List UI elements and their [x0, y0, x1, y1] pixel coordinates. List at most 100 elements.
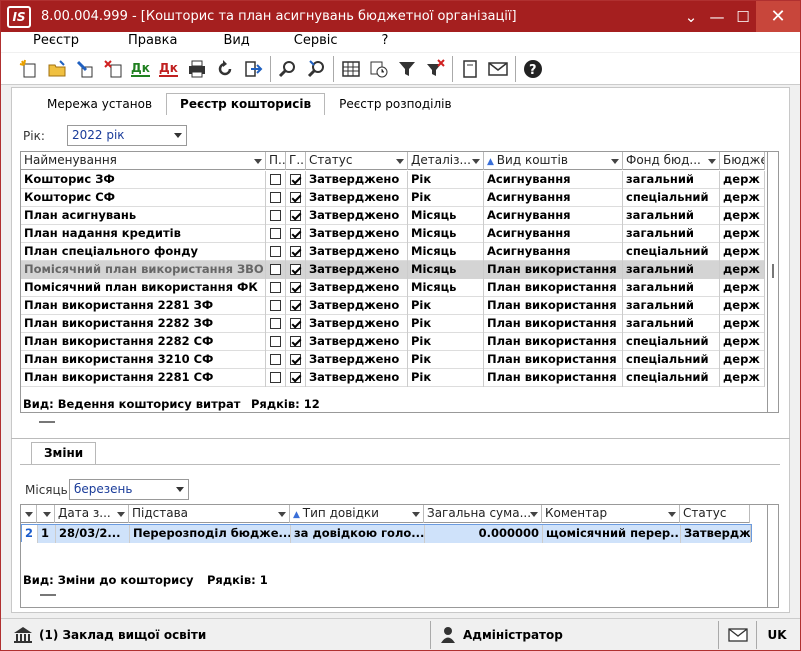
table-row[interactable]: Кошторис ЗФ Затверджено Рік Асигнування зага…	[21, 171, 765, 189]
chevron-down-icon[interactable]	[708, 159, 716, 164]
chevron-down-icon[interactable]	[668, 512, 676, 517]
header-col-kind[interactable]: ▲ Вид коштів	[484, 152, 623, 170]
checkbox[interactable]	[290, 210, 301, 221]
cell-p[interactable]	[266, 333, 286, 351]
cell-g[interactable]	[286, 261, 306, 279]
status-org[interactable]: (1) Заклад вищої освіти	[1, 620, 431, 649]
cell-g[interactable]	[286, 333, 306, 351]
cell-g[interactable]	[286, 279, 306, 297]
chevron-down-icon[interactable]	[530, 512, 538, 517]
year-select[interactable]: 2022 рік	[67, 125, 187, 146]
checkbox[interactable]	[290, 282, 301, 293]
cell-p[interactable]	[266, 351, 286, 369]
header-col-g[interactable]: Г...	[286, 152, 306, 170]
horizontal-scroll-thumb[interactable]	[40, 594, 56, 596]
table-row[interactable]: Помісячний план використання ФК Затвердже…	[21, 279, 765, 297]
header-col-sum[interactable]: Загальна сума...	[424, 505, 542, 523]
checkbox[interactable]	[270, 246, 281, 257]
calendar-icon[interactable]	[365, 55, 393, 83]
menu-view[interactable]: Вид	[223, 32, 249, 52]
search-next-icon[interactable]	[302, 55, 330, 83]
table-row[interactable]: План використання 2281 СФ Затверджено Рік П…	[21, 369, 765, 387]
cell-g[interactable]	[286, 207, 306, 225]
changes-scrollbar[interactable]	[768, 504, 779, 608]
header-col-fund[interactable]: Фонд бюд...	[623, 152, 720, 170]
refresh-icon[interactable]	[211, 55, 239, 83]
checkbox[interactable]	[270, 228, 281, 239]
header-col-num[interactable]	[37, 505, 55, 523]
window-menu-button[interactable]: ⌄	[678, 1, 704, 32]
checkbox[interactable]	[290, 192, 301, 203]
table-row[interactable]: План спеціального фонду Затверджено Місяць…	[21, 243, 765, 261]
checkbox[interactable]	[290, 264, 301, 275]
header-col-budget[interactable]: Бюдже...	[720, 152, 765, 170]
header-col-index[interactable]	[21, 505, 37, 523]
cell-p[interactable]	[266, 261, 286, 279]
table-row[interactable]: План використання 2281 ЗФ Затверджено Рік П…	[21, 297, 765, 315]
tab-distributions-register[interactable]: Реєстр розподілів	[325, 93, 465, 115]
menu-help[interactable]: ?	[382, 32, 389, 52]
checkbox[interactable]	[290, 174, 301, 185]
cell-p[interactable]	[266, 279, 286, 297]
checkbox[interactable]	[270, 264, 281, 275]
table-row[interactable]: План використання 3210 СФ Затверджено Рік П…	[21, 351, 765, 369]
checkbox[interactable]	[290, 246, 301, 257]
new-icon[interactable]	[15, 55, 43, 83]
tab-estimates-register[interactable]: Реєстр кошторисів	[166, 93, 326, 115]
cell-p[interactable]	[266, 369, 286, 387]
chevron-down-icon[interactable]	[472, 159, 480, 164]
chevron-down-icon[interactable]	[278, 512, 286, 517]
help-icon[interactable]: ?	[519, 55, 547, 83]
cell-p[interactable]	[266, 315, 286, 333]
table-row[interactable]: План надання кредитів Затверджено Місяць Ас…	[21, 225, 765, 243]
header-col-type[interactable]: ▲ Тип довідки	[290, 505, 424, 523]
close-button[interactable]: ✕	[756, 1, 800, 32]
debit-credit-red-icon[interactable]: Дк	[155, 55, 183, 83]
header-col-name[interactable]: Найменування	[21, 152, 266, 170]
menu-register[interactable]: Реєстр	[33, 32, 79, 52]
edit-icon[interactable]	[71, 55, 99, 83]
print-icon[interactable]	[183, 55, 211, 83]
search-icon[interactable]	[274, 55, 302, 83]
clear-filter-icon[interactable]	[421, 55, 449, 83]
status-user[interactable]: Адміністратор	[431, 620, 719, 649]
chevron-down-icon[interactable]	[254, 159, 262, 164]
checkbox[interactable]	[290, 300, 301, 311]
chevron-down-icon[interactable]	[25, 512, 33, 517]
delete-icon[interactable]	[99, 55, 127, 83]
cell-p[interactable]	[266, 207, 286, 225]
checkbox[interactable]	[270, 174, 281, 185]
menu-service[interactable]: Сервіс	[294, 32, 338, 52]
checkbox[interactable]	[290, 228, 301, 239]
cell-p[interactable]	[266, 297, 286, 315]
chevron-down-icon[interactable]	[117, 512, 125, 517]
cell-p[interactable]	[266, 225, 286, 243]
table-icon[interactable]	[337, 55, 365, 83]
filter-icon[interactable]	[393, 55, 421, 83]
header-col-detail[interactable]: Деталіз...	[408, 152, 484, 170]
chevron-down-icon[interactable]	[611, 159, 619, 164]
month-select[interactable]: березень	[69, 479, 189, 500]
cell-g[interactable]	[286, 243, 306, 261]
table-row[interactable]: Помісячний план використання ЗВО Затвердж…	[21, 261, 765, 279]
table-row[interactable]: План використання 2282 СФ Затверджено Рік П…	[21, 333, 765, 351]
open-folder-icon[interactable]	[43, 55, 71, 83]
cell-p[interactable]	[266, 243, 286, 261]
cell-g[interactable]	[286, 315, 306, 333]
checkbox[interactable]	[270, 372, 281, 383]
table-row[interactable]: План використання 2282 ЗФ Затверджено Рік П…	[21, 315, 765, 333]
maximize-button[interactable]: ☐	[730, 1, 756, 32]
tab-network[interactable]: Мережа установ	[33, 93, 166, 115]
cell-g[interactable]	[286, 369, 306, 387]
header-col-p[interactable]: П...	[266, 152, 286, 170]
checkbox[interactable]	[270, 318, 281, 329]
scroll-thumb[interactable]	[772, 264, 774, 278]
checkbox[interactable]	[270, 300, 281, 311]
checkbox[interactable]	[290, 354, 301, 365]
language-indicator[interactable]: UK	[757, 621, 797, 649]
header-col-status[interactable]: Статус	[306, 152, 408, 170]
checkbox[interactable]	[290, 318, 301, 329]
horizontal-scroll-thumb[interactable]	[39, 421, 55, 423]
minimize-button[interactable]: —	[704, 1, 730, 32]
checkbox[interactable]	[290, 372, 301, 383]
